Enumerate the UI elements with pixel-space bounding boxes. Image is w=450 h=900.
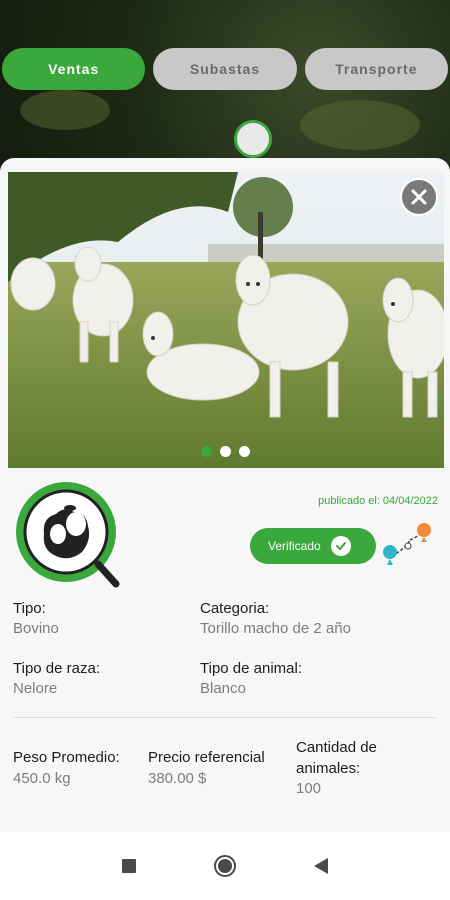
route-pins-icon[interactable] [380, 520, 434, 574]
peso-label: Peso Promedio: [13, 749, 120, 766]
published-date: publicado el: 04/04/2022 [318, 495, 438, 507]
square-icon [122, 859, 136, 873]
tab-ventas[interactable]: Ventas [2, 48, 146, 90]
close-button[interactable] [400, 178, 438, 216]
listing-sheet: publicado el: 04/04/2022 Verificado Tipo… [0, 158, 450, 832]
categoria-label: Categoria: [200, 600, 270, 617]
system-nav-bar [0, 832, 450, 900]
peso-value: 450.0 kg [13, 770, 71, 787]
recent-apps-button[interactable] [116, 853, 142, 879]
map-terrain [20, 90, 110, 130]
tab-subastas[interactable]: Subastas [153, 48, 297, 90]
carousel-dot[interactable] [238, 446, 250, 457]
cantidad-label-line2: animales: [296, 760, 361, 777]
back-button[interactable] [308, 853, 334, 879]
category-tabs: Ventas Subastas Transporte [2, 48, 448, 90]
check-circle-icon [330, 536, 351, 556]
verified-label: Verificado [268, 539, 321, 553]
carousel-indicator [0, 446, 450, 457]
cattle-photo [8, 172, 444, 468]
cantidad-value: 100 [296, 780, 322, 797]
home-button[interactable] [212, 853, 238, 879]
cantidad-label-line1: Cantidad de [296, 739, 377, 756]
tipo-animal-label: Tipo de animal: [200, 660, 302, 677]
seller-logo [16, 482, 120, 588]
tipo-value: Bovino [13, 620, 59, 637]
map-background [0, 0, 450, 180]
precio-label: Precio referencial [148, 749, 265, 766]
status-bar [8, 4, 442, 18]
triangle-back-icon [314, 858, 328, 874]
tab-transporte[interactable]: Transporte [304, 48, 448, 90]
precio-value: 380.00 $ [148, 770, 207, 787]
carousel-dot[interactable] [200, 446, 212, 457]
divider [14, 717, 436, 718]
tipo-label: Tipo: [13, 600, 46, 617]
close-icon [411, 189, 427, 205]
map-marker[interactable] [234, 120, 272, 158]
verified-badge: Verificado [250, 528, 376, 564]
tipo-raza-label: Tipo de raza: [13, 660, 100, 677]
tipo-animal-value: Blanco [200, 680, 246, 697]
circle-icon [214, 855, 236, 877]
carousel-dot[interactable] [219, 446, 231, 457]
listing-photo[interactable] [8, 172, 444, 468]
categoria-value: Torillo macho de 2 año [200, 620, 351, 637]
map-terrain [300, 100, 420, 150]
tipo-raza-value: Nelore [13, 680, 58, 697]
